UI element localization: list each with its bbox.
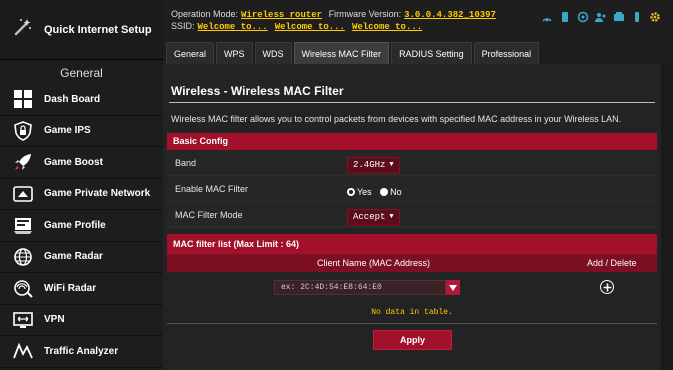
tab-bar: General WPS WDS Wireless MAC Filter RADI…	[163, 40, 673, 64]
client-list-dropdown[interactable]	[446, 280, 460, 295]
mac-address-input[interactable]: ex: 2C:4D:54:E8:64:E0	[274, 280, 446, 295]
sidebar-item-vpn[interactable]: VPN	[0, 305, 163, 336]
sidebar-item-traffic-analyzer[interactable]: Traffic Analyzer	[0, 336, 163, 368]
sidebar-item-dash-board[interactable]: Dash Board	[0, 84, 163, 116]
tab-general[interactable]: General	[166, 42, 215, 64]
settings-gear-icon[interactable]	[649, 11, 661, 23]
mac-filter-mode-row: MAC Filter Mode Accept ▼	[167, 202, 657, 228]
tab-professional[interactable]: Professional	[473, 42, 540, 64]
sidebar-item-game-ips[interactable]: Game IPS	[0, 116, 163, 147]
mac-filter-list-header: MAC filter list (Max Limit : 64)	[167, 234, 657, 254]
guest-network-icon[interactable]	[559, 11, 571, 23]
ssid-link-3[interactable]: Welcome to...	[352, 22, 422, 32]
dashboard-icon	[12, 88, 34, 110]
enable-no-label: No	[390, 187, 402, 197]
basic-config-header: Basic Config	[167, 133, 657, 150]
quick-internet-setup-button[interactable]: Quick Internet Setup	[0, 0, 163, 60]
profile-icon	[12, 214, 34, 236]
column-add-delete: Add / Delete	[587, 258, 637, 268]
tab-wps[interactable]: WPS	[216, 42, 253, 64]
ssid-link-1[interactable]: Welcome to...	[198, 22, 268, 32]
sidebar-item-wifi-radar[interactable]: WiFi Radar	[0, 273, 163, 305]
sidebar-item-label: WiFi Radar	[44, 282, 97, 294]
wifi-radar-icon	[12, 277, 34, 299]
sidebar-nav: Dash Board Game IPS Game Boost Game Priv…	[0, 84, 163, 368]
mac-list-column-header: Client Name (MAC Address) Add / Delete	[167, 254, 657, 272]
sidebar-item-label: Traffic Analyzer	[44, 345, 119, 357]
enable-yes-label: Yes	[357, 187, 372, 197]
page-description: Wireless MAC filter allows you to contro…	[171, 114, 622, 124]
right-gutter	[661, 64, 673, 370]
usb-device-icon[interactable]	[613, 11, 625, 23]
chevron-down-icon: ▼	[389, 161, 394, 169]
mac-filter-mode-value: Accept	[353, 212, 386, 222]
band-select-value: 2.4GHz	[353, 160, 386, 170]
radio-selected-icon	[347, 188, 355, 196]
wizard-icon	[12, 16, 34, 43]
wireless-signal-icon[interactable]	[541, 11, 553, 23]
apply-button[interactable]: Apply	[373, 330, 452, 350]
sidebar-item-label: Game Private Network	[44, 188, 151, 200]
chevron-down-icon	[449, 284, 457, 291]
ssid-label: SSID:	[171, 21, 195, 31]
band-row: Band 2.4GHz ▼	[167, 150, 657, 176]
enable-mac-filter-row: Enable MAC Filter Yes No	[167, 176, 657, 202]
traffic-analyzer-icon	[12, 340, 34, 362]
sidebar: Quick Internet Setup General Dash Board …	[0, 0, 163, 370]
tab-radius-setting[interactable]: RADIUS Setting	[391, 42, 472, 64]
sidebar-item-label: Dash Board	[44, 93, 101, 105]
status-icons	[541, 11, 661, 23]
sidebar-item-label: Game Boost	[44, 156, 103, 168]
tab-wireless-mac-filter[interactable]: Wireless MAC Filter	[293, 42, 390, 64]
enable-yes-radio[interactable]: Yes	[347, 187, 372, 197]
empty-table-message: No data in table.	[167, 302, 657, 324]
vpn-icon	[12, 309, 34, 331]
sidebar-item-label: VPN	[44, 314, 65, 326]
column-client-name: Client Name (MAC Address)	[317, 258, 431, 268]
firmware-label: Firmware Version:	[328, 9, 402, 19]
ssid-link-2[interactable]: Welcome to...	[275, 22, 345, 32]
operation-mode-label: Operation Mode:	[171, 9, 239, 19]
operation-mode-link[interactable]: Wireless router	[241, 10, 322, 20]
firmware-link[interactable]: 3.0.0.4.382_10397	[404, 10, 496, 20]
radar-globe-icon	[12, 246, 34, 268]
sidebar-item-game-radar[interactable]: Game Radar	[0, 242, 163, 273]
sidebar-item-game-profile[interactable]: Game Profile	[0, 210, 163, 242]
chevron-down-icon: ▼	[389, 213, 394, 221]
title-divider	[169, 102, 655, 103]
main-panel: Wireless - Wireless MAC Filter Wireless …	[163, 64, 661, 370]
internet-status-icon[interactable]	[577, 11, 589, 23]
private-network-icon	[12, 183, 34, 205]
mac-filter-mode-select[interactable]: Accept ▼	[347, 208, 400, 226]
clients-icon[interactable]	[595, 11, 607, 23]
tab-wds[interactable]: WDS	[254, 42, 292, 64]
app-icon[interactable]	[631, 11, 643, 23]
status-bar: Operation Mode: Wireless router Firmware …	[163, 0, 673, 40]
lock-shield-icon	[12, 120, 34, 142]
add-circle-icon[interactable]	[600, 280, 614, 294]
sidebar-item-label: Game IPS	[44, 125, 91, 137]
enable-mac-filter-label: Enable MAC Filter	[175, 184, 249, 194]
band-select[interactable]: 2.4GHz ▼	[347, 156, 400, 174]
sidebar-section-general: General	[60, 66, 103, 80]
page-title: Wireless - Wireless MAC Filter	[171, 84, 344, 98]
sidebar-item-game-private-network[interactable]: Game Private Network	[0, 179, 163, 210]
sidebar-item-game-boost[interactable]: Game Boost	[0, 147, 163, 179]
sidebar-item-label: Game Radar	[44, 251, 103, 263]
radio-unselected-icon	[380, 188, 389, 196]
band-label: Band	[175, 158, 197, 168]
mac-filter-mode-label: MAC Filter Mode	[175, 210, 243, 220]
sidebar-item-label: Game Profile	[44, 219, 106, 231]
rocket-icon	[12, 151, 34, 173]
quick-internet-setup-label: Quick Internet Setup	[44, 23, 152, 36]
enable-no-radio[interactable]: No	[380, 187, 402, 197]
